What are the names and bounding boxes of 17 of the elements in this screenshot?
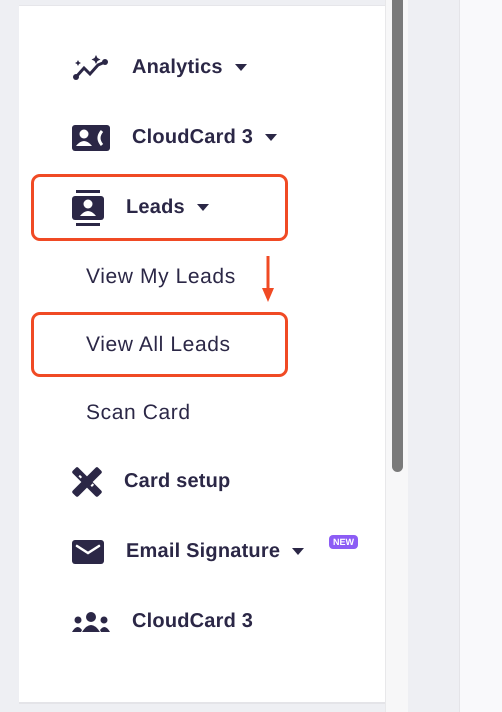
people-group-icon [72,610,110,632]
sparkle-chart-icon [72,54,110,82]
submenu-item[interactable]: View My Leads [31,244,288,309]
new-badge: NEW [329,534,358,548]
scrollbar-thumb[interactable] [392,0,402,472]
menu-item[interactable]: CloudCard 3 [31,104,288,171]
annotation-arrow [262,256,274,302]
pencil-ruler-icon [72,466,102,496]
submenu-item[interactable]: View All Leads [31,312,288,377]
contact-card-icon [72,124,110,150]
envelope-icon [72,540,104,564]
contact-list-icon [72,190,104,226]
menu-item[interactable]: CloudCard 3 [31,588,288,655]
menu-item[interactable]: Leads [31,174,288,241]
menu-item[interactable]: Analytics [31,34,288,101]
menu-item[interactable]: Card setup [31,448,288,515]
submenu-item[interactable]: Scan Card [31,380,288,445]
